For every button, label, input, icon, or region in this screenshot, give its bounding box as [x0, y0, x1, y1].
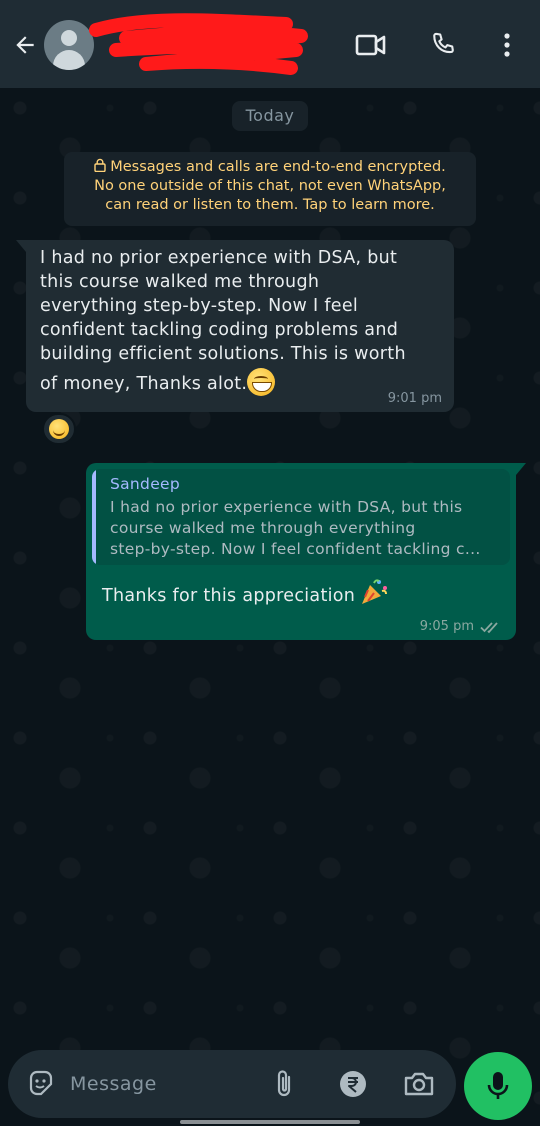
voice-call-button[interactable]: [426, 28, 460, 62]
message-line: this course walked me through: [40, 272, 320, 292]
message-input[interactable]: [70, 1064, 260, 1104]
quote-line: course walked me through everything: [110, 519, 416, 537]
reply-text: Thanks for this appreciation: [102, 577, 389, 607]
smiling-face-with-sweat-emoji: [49, 419, 69, 439]
phone-icon: [433, 32, 454, 54]
voice-message-button[interactable]: [464, 1052, 532, 1120]
grinning-face-emoji: [247, 368, 276, 396]
message-meta: 9:05 pm: [420, 619, 502, 634]
video-call-button[interactable]: [354, 28, 388, 62]
system-home-indicator: [180, 1120, 360, 1124]
chat-header: [0, 0, 540, 88]
camera-button[interactable]: [402, 1067, 436, 1101]
quote-line: step-by-step. Now I feel confident tackl…: [110, 540, 481, 558]
rupee-payment-icon: [340, 1071, 366, 1097]
video-call-icon: [355, 34, 386, 56]
incoming-message[interactable]: I had no prior experience with DSA, but …: [16, 240, 454, 412]
message-composer: [8, 1050, 456, 1118]
message-time: 9:05 pm: [419, 619, 474, 634]
encryption-line-3: can read or listen to them. Tap to learn…: [105, 197, 435, 213]
attach-button[interactable]: [267, 1067, 301, 1101]
more-vert-icon: [504, 33, 510, 57]
message-time: 9:01 pm: [387, 391, 442, 406]
more-options-button[interactable]: [490, 28, 524, 62]
emoji-sticker-button[interactable]: [24, 1067, 58, 1101]
message-line: everything step-by-step. Now I feel: [40, 296, 359, 316]
date-chip: Today: [232, 101, 308, 131]
outgoing-message[interactable]: Sandeep I had no prior experience with D…: [86, 463, 526, 640]
encryption-line-2: No one outside of this chat, not even Wh…: [94, 178, 446, 194]
contact-name[interactable]: [89, 13, 308, 75]
double-check-icon: [480, 621, 498, 633]
reply-text-content: Thanks for this appreciation: [102, 586, 356, 606]
party-popper-icon: [362, 579, 388, 604]
quote-text: I had no prior experience with DSA, but …: [110, 497, 502, 560]
payment-button[interactable]: [336, 1067, 370, 1101]
message-line: I had no prior experience with DSA, but: [40, 248, 398, 268]
quoted-message[interactable]: Sandeep I had no prior experience with D…: [92, 469, 510, 565]
back-button[interactable]: [10, 30, 40, 60]
mic-icon: [487, 1072, 509, 1099]
message-text: I had no prior experience with DSA, but …: [40, 246, 444, 396]
encryption-line-1: Messages and calls are end-to-end encryp…: [110, 159, 446, 175]
message-line: confident tackling coding problems and: [40, 320, 399, 340]
message-line: building efficient solutions. This is wo…: [40, 344, 406, 364]
redaction-scribble: [89, 13, 308, 75]
camera-icon: [404, 1072, 434, 1096]
message-line: of money, Thanks alot.: [40, 374, 248, 394]
lock-icon: [94, 158, 106, 172]
arrow-left-icon: [16, 36, 34, 54]
quote-author: Sandeep: [110, 475, 181, 493]
quote-accent-bar: [92, 469, 96, 565]
attach-icon: [277, 1070, 291, 1097]
message-reaction[interactable]: [42, 413, 76, 445]
emoji-sticker-icon: [29, 1070, 53, 1096]
encryption-notice[interactable]: Messages and calls are end-to-end encryp…: [64, 152, 476, 226]
quote-line: I had no prior experience with DSA, but …: [110, 498, 463, 516]
